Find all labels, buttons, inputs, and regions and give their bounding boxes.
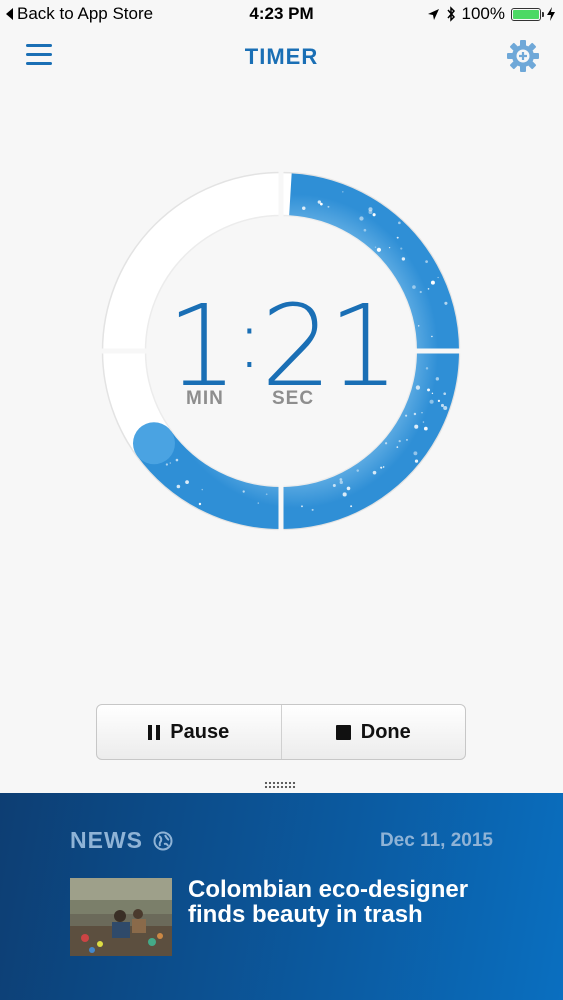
done-button[interactable]: Done	[280, 705, 466, 759]
news-date: Dec 11, 2015	[379, 830, 493, 851]
sparkle	[413, 412, 417, 416]
pause-button[interactable]: Pause	[97, 705, 281, 759]
globe-icon	[153, 831, 173, 850]
sparkle	[346, 486, 351, 491]
battery-level	[513, 9, 539, 19]
sparkle	[414, 424, 419, 429]
sparkle	[440, 403, 445, 407]
sparkle	[327, 205, 330, 208]
sparkle	[342, 492, 347, 497]
sparkle	[342, 191, 344, 193]
nav-bar: TIMER	[0, 30, 563, 84]
sparkle	[372, 470, 377, 475]
sparkle	[175, 458, 179, 462]
status-indicators: 100%	[427, 4, 555, 24]
sparkle	[396, 236, 399, 239]
news-label: NEWS	[70, 827, 143, 853]
sparkle	[422, 421, 425, 423]
sparkle	[359, 216, 364, 221]
sparkle	[169, 462, 171, 464]
timer-ring: 1:21 MIN SEC	[96, 166, 466, 536]
sparkle	[398, 221, 401, 225]
location-icon	[427, 8, 439, 20]
seconds-label: SEC	[272, 388, 315, 409]
settings-gear-icon[interactable]	[505, 38, 541, 74]
sparkle	[437, 276, 439, 279]
pause-label: Pause	[170, 720, 230, 743]
sparkle	[405, 414, 408, 417]
sparkle	[396, 446, 399, 448]
sparkle	[382, 466, 385, 468]
charging-icon	[547, 7, 555, 21]
sparkle	[414, 459, 419, 463]
sparkle	[311, 508, 314, 511]
done-label: Done	[360, 720, 411, 743]
sparkle	[339, 478, 343, 481]
time-display: 1:21	[96, 284, 466, 403]
news-headline[interactable]: Colombian eco-designer finds beauty in t…	[188, 877, 518, 927]
sparkle	[302, 206, 306, 210]
sparkle	[368, 210, 373, 215]
battery-icon	[511, 7, 544, 21]
timer-controls: Pause Done	[96, 704, 466, 760]
sparkle	[443, 405, 448, 410]
minutes-label: MIN	[186, 388, 224, 409]
sparkle	[350, 505, 353, 508]
news-header: NEWS	[70, 827, 173, 854]
sparkle	[165, 463, 169, 466]
sparkle	[400, 247, 403, 250]
sparkle	[201, 488, 203, 491]
sparkle	[398, 439, 401, 443]
pause-icon	[148, 724, 161, 740]
sparkle	[257, 502, 260, 504]
sparkle	[423, 426, 428, 431]
battery-percent: 100%	[461, 4, 505, 23]
sparkle	[301, 505, 303, 508]
page-title: TIMER	[244, 44, 319, 69]
news-thumbnail[interactable]	[70, 878, 172, 956]
sparkle	[413, 451, 418, 456]
sparkle	[388, 246, 391, 249]
sparkle	[384, 442, 388, 445]
status-bar: Back to App Store 4:23 PM 100%	[0, 0, 563, 28]
sparkle	[401, 257, 406, 261]
sparkle	[265, 493, 268, 496]
sparkle	[380, 466, 383, 469]
sparkle	[332, 483, 336, 487]
sparkle	[198, 502, 202, 506]
sparkle	[425, 260, 428, 263]
sparkle	[320, 202, 323, 206]
bluetooth-icon	[446, 6, 455, 22]
sparkle	[339, 480, 343, 485]
sparkle	[372, 213, 376, 217]
sparkle	[406, 439, 408, 441]
time-colon: :	[235, 293, 263, 386]
sparkle	[185, 480, 189, 484]
sparkle	[356, 469, 359, 472]
stop-icon	[335, 724, 351, 740]
sparkle	[242, 490, 245, 493]
sparkle	[374, 246, 377, 248]
news-panel: NEWS Dec 11, 2015 Colombian eco-designer…	[0, 793, 563, 1000]
progress-arc-end	[132, 422, 175, 465]
drawer-drag-handle[interactable]	[264, 781, 296, 789]
sparkle	[176, 484, 181, 489]
sparkle	[421, 412, 423, 414]
sparkle	[376, 247, 382, 252]
sparkle	[363, 228, 367, 232]
